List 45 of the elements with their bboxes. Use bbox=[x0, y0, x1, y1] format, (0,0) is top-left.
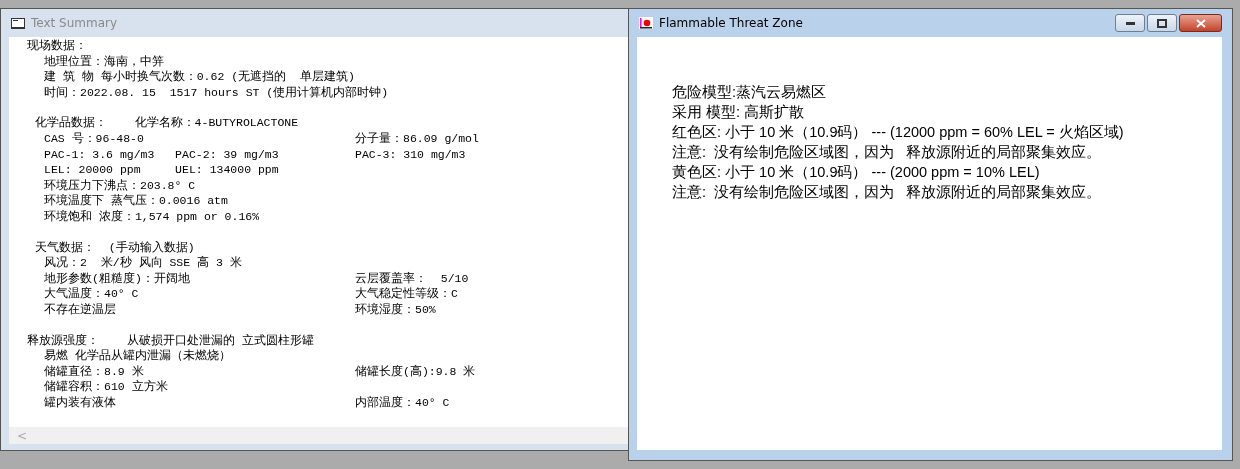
app-icon bbox=[639, 17, 653, 29]
minimize-icon bbox=[1125, 21, 1135, 25]
close-icon bbox=[1195, 18, 1206, 28]
maximize-button[interactable] bbox=[1147, 14, 1177, 32]
summary-line: 内部温度：40° C bbox=[355, 394, 450, 411]
summary-line: 易燃 化学品从罐内泄漏（未燃烧） bbox=[44, 348, 232, 364]
summary-line: 罐内装有液体 bbox=[44, 394, 117, 411]
summary-line: 风况：2 米/秒 风向 SSE 高 3 米 bbox=[44, 255, 243, 271]
threat-line: 注意: 没有绘制危险区域图，因为 释放源附近的局部聚集效应。 bbox=[672, 183, 1102, 202]
threat-line: 注意: 没有绘制危险区域图，因为 释放源附近的局部聚集效应。 bbox=[672, 143, 1102, 162]
summary-line: 大气温度：40° C bbox=[44, 286, 140, 302]
section-heading: 化学品数据： 化学名称：4-BUTYROLACTONE bbox=[35, 115, 300, 131]
threat-line: 危险模型:蒸汽云易燃区 bbox=[672, 83, 827, 102]
summary-line: 储罐直径：8.9 米 bbox=[44, 363, 145, 380]
summary-line: 不存在逆温层 bbox=[44, 301, 117, 318]
threat-line: 采用 模型: 高斯扩散 bbox=[672, 103, 805, 122]
scroll-left-button[interactable]: < bbox=[9, 428, 36, 443]
summary-line: 环境压力下沸点：203.8° C bbox=[44, 177, 197, 194]
summary-line: 地理位置：海南，中笄 bbox=[44, 53, 165, 70]
app-icon bbox=[11, 17, 25, 29]
summary-line: LEL: 20000 ppm UEL: 134000 ppm bbox=[44, 162, 280, 178]
summary-line: 建 筑 物 每小时换气次数：0.62 (无遮挡的 单层建筑) bbox=[44, 69, 355, 85]
summary-line: 储罐长度(高):9.8 米 bbox=[355, 363, 476, 380]
summary-line: 环境饱和 浓度：1,574 ppm or 0.16% bbox=[44, 208, 261, 225]
summary-line: 时间：2022.08. 15 1517 hours ST (使用计算机内部时钟) bbox=[44, 84, 389, 101]
window-title: Flammable Threat Zone bbox=[659, 16, 803, 30]
threat-line: 黄色区: 小于 10 米（10.9码） --- (2000 ppm = 10% LEL) bbox=[672, 163, 1040, 182]
minimize-button[interactable] bbox=[1115, 14, 1145, 32]
close-button[interactable] bbox=[1179, 14, 1222, 32]
summary-line: PAC-3: 310 mg/m3 bbox=[355, 146, 466, 163]
threat-line: 红色区: 小于 10 米（10.9码） --- (12000 ppm = 60% LEL = 火焰区域) bbox=[672, 123, 1124, 142]
summary-line: 分子量：86.09 g/mol bbox=[355, 130, 479, 147]
summary-line: 环境温度下 蒸气压：0.0016 atm bbox=[44, 193, 229, 209]
summary-line: PAC-1: 3.6 mg/m3 PAC-2: 39 mg/m3 bbox=[44, 146, 280, 163]
summary-line: 云层覆盖率： 5/10 bbox=[355, 270, 469, 287]
section-heading: 天气数据： (手动输入数据) bbox=[35, 239, 196, 256]
summary-line: CAS 号：96-48-0 bbox=[44, 130, 145, 147]
summary-line: 储罐容积：610 立方米 bbox=[44, 379, 169, 395]
window-title: Text Summary bbox=[31, 16, 118, 30]
section-heading: 现场数据： bbox=[27, 38, 88, 54]
section-heading: 释放源强度： 从破损开口处泄漏的 立式圆柱形罐 bbox=[27, 332, 315, 349]
summary-line: 大气稳定性等级：C bbox=[355, 286, 458, 302]
summary-line: 环境湿度：50% bbox=[355, 301, 436, 318]
maximize-icon bbox=[1157, 18, 1167, 28]
summary-line: 地形参数(粗糙度)：开阔地 bbox=[44, 270, 191, 287]
